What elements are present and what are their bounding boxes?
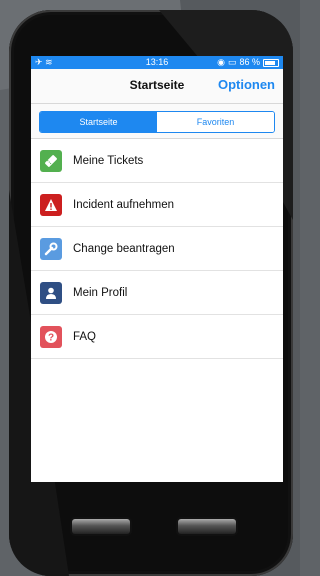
phone-left-button (72, 519, 130, 534)
person-icon (40, 281, 62, 304)
menu-item-incident-aufnehmen[interactable]: Incident aufnehmen (31, 183, 283, 227)
options-button[interactable]: Optionen (218, 77, 275, 92)
airplay-icon: ▭ (227, 57, 237, 67)
svg-text:?: ? (48, 332, 54, 343)
question-icon: ? (40, 325, 62, 348)
menu-item-label: Incident aufnehmen (73, 198, 175, 211)
phone-right-button (178, 519, 236, 534)
tab-startseite[interactable]: Startseite (40, 112, 157, 132)
segmented-bar: Startseite Favoriten (31, 104, 283, 139)
menu-item-label: Meine Tickets (73, 154, 144, 167)
menu-item-label: Mein Profil (73, 286, 128, 299)
battery-icon (263, 58, 279, 67)
status-bar: ✈ ≋ 13:16 ◉ ▭ 86 % (31, 56, 283, 69)
menu-item-label: Change beantragen (73, 242, 175, 255)
menu-list: Meine Tickets Incident aufnehmen Change … (31, 139, 283, 359)
menu-item-label: FAQ (73, 330, 97, 343)
menu-item-change-beantragen[interactable]: Change beantragen (31, 227, 283, 271)
battery-fill (265, 60, 276, 65)
warning-icon (40, 193, 62, 216)
menu-item-mein-profil[interactable]: Mein Profil (31, 271, 283, 315)
alarm-icon: ◉ (217, 57, 225, 67)
navigation-bar: Startseite Optionen (31, 69, 283, 104)
segmented-control: Startseite Favoriten (39, 111, 275, 133)
menu-item-faq[interactable]: ? FAQ (31, 315, 283, 359)
ticket-icon (40, 149, 62, 172)
battery-percent: 86 % (239, 57, 260, 67)
tab-favoriten[interactable]: Favoriten (157, 112, 274, 132)
menu-item-meine-tickets[interactable]: Meine Tickets (31, 139, 283, 183)
wrench-icon (40, 237, 62, 260)
phone-screen: ✈ ≋ 13:16 ◉ ▭ 86 % Startseite Optionen S… (31, 56, 283, 482)
